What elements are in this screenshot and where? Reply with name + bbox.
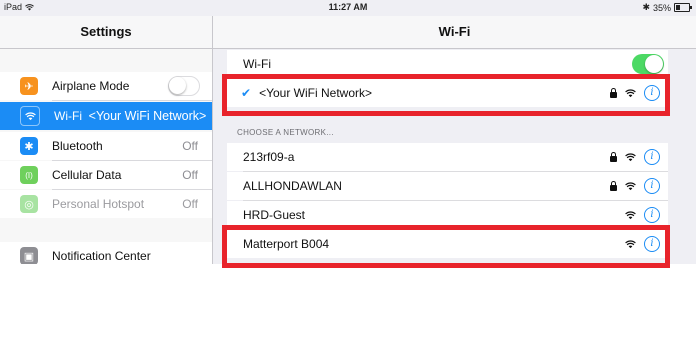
network-status-icons: i	[610, 149, 660, 165]
airplane-mode-toggle[interactable]	[168, 76, 200, 96]
network-status-icons: i	[625, 207, 660, 223]
settings-sidebar: Settings ✈ Airplane Mode Wi-Fi <Your WiF…	[0, 16, 213, 264]
network-name: Matterport B004	[243, 237, 330, 251]
status-time: 11:27 AM	[328, 2, 368, 12]
notification-center-icon: ▣	[20, 247, 38, 264]
toggle-knob	[169, 77, 186, 94]
wifi-icon	[20, 106, 40, 126]
info-icon[interactable]: i	[644, 85, 660, 101]
lock-icon	[610, 180, 617, 191]
bluetooth-icon: ✱	[20, 137, 38, 155]
network-row[interactable]: HRD-Guest i	[227, 201, 668, 229]
wifi-signal-icon	[625, 239, 636, 249]
page-title: Wi-Fi	[213, 16, 696, 49]
status-bar: iPad 11:27 AM ✱ 35%	[0, 0, 696, 16]
wifi-pane: Wi-Fi Wi-Fi ✔ <Your WiFi Network> i CHOO…	[213, 16, 696, 264]
sidebar-item-value: Off	[182, 139, 198, 153]
network-status-icons: i	[610, 85, 660, 101]
ipad-screen: iPad 11:27 AM ✱ 35% Settings ✈ Airplane …	[0, 0, 696, 264]
battery-fill	[676, 5, 680, 10]
bluetooth-status-icon: ✱	[642, 2, 650, 12]
sidebar-item-airplane-mode[interactable]: ✈ Airplane Mode	[0, 72, 212, 100]
wifi-signal-icon	[625, 210, 636, 220]
sidebar-item-label: Airplane Mode	[52, 79, 130, 93]
wifi-signal-icon	[625, 88, 636, 98]
wifi-toggle-label: Wi-Fi	[243, 57, 271, 71]
wifi-signal-icon	[625, 181, 636, 191]
info-icon[interactable]: i	[644, 236, 660, 252]
sidebar-item-wifi[interactable]: Wi-Fi <Your WiFi Network>	[0, 102, 212, 130]
section-label: CHOOSE A NETWORK...	[237, 128, 334, 137]
sidebar-item-label: Wi-Fi <Your WiFi Network>	[54, 109, 207, 123]
sidebar-item-value: Off	[182, 168, 198, 182]
sidebar-item-label: Cellular Data	[52, 168, 122, 182]
sidebar-item-personal-hotspot[interactable]: ◎ Personal Hotspot Off	[0, 190, 212, 218]
wifi-toggle[interactable]	[632, 54, 664, 74]
sidebar-item-notification-center[interactable]: ▣ Notification Center	[0, 242, 212, 264]
airplane-icon: ✈	[20, 77, 38, 95]
lock-icon	[610, 151, 617, 162]
toggle-knob	[645, 55, 663, 73]
cellular-icon: (I)	[20, 166, 38, 184]
hotspot-icon: ◎	[20, 195, 38, 213]
network-name: ALLHONDAWLAN	[243, 179, 342, 193]
network-row[interactable]: 213rf09-a i	[227, 143, 668, 171]
info-icon[interactable]: i	[644, 207, 660, 223]
battery-percent: 35%	[652, 2, 671, 13]
sidebar-item-label: Notification Center	[52, 249, 151, 263]
battery-icon	[674, 3, 692, 12]
divider	[52, 100, 212, 101]
sidebar-item-label: Personal Hotspot	[52, 197, 145, 211]
network-name: <Your WiFi Network>	[259, 86, 372, 100]
network-name: HRD-Guest	[243, 208, 306, 222]
wifi-signal-icon	[625, 152, 636, 162]
status-right: ✱ 35%	[642, 2, 692, 13]
sidebar-item-value: Off	[182, 197, 198, 211]
network-status-icons: i	[610, 178, 660, 194]
wifi-toggle-row: Wi-Fi	[227, 50, 668, 78]
sidebar-wifi-value: <Your WiFi Network>	[88, 109, 207, 123]
lock-icon	[610, 87, 617, 98]
network-row[interactable]: ALLHONDAWLAN i	[227, 172, 668, 200]
sidebar-item-cellular-data[interactable]: (I) Cellular Data Off	[0, 161, 212, 189]
connected-network-row[interactable]: ✔ <Your WiFi Network> i	[227, 79, 668, 107]
sidebar-title: Settings	[0, 16, 212, 49]
sidebar-item-label: Bluetooth	[52, 139, 103, 153]
network-name: 213rf09-a	[243, 150, 295, 164]
info-icon[interactable]: i	[644, 178, 660, 194]
network-status-icons: i	[625, 236, 660, 252]
sidebar-item-bluetooth[interactable]: ✱ Bluetooth Off	[0, 132, 212, 160]
network-row[interactable]: Matterport B004 i	[227, 230, 668, 258]
info-icon[interactable]: i	[644, 149, 660, 165]
checkmark-icon: ✔	[241, 86, 252, 100]
